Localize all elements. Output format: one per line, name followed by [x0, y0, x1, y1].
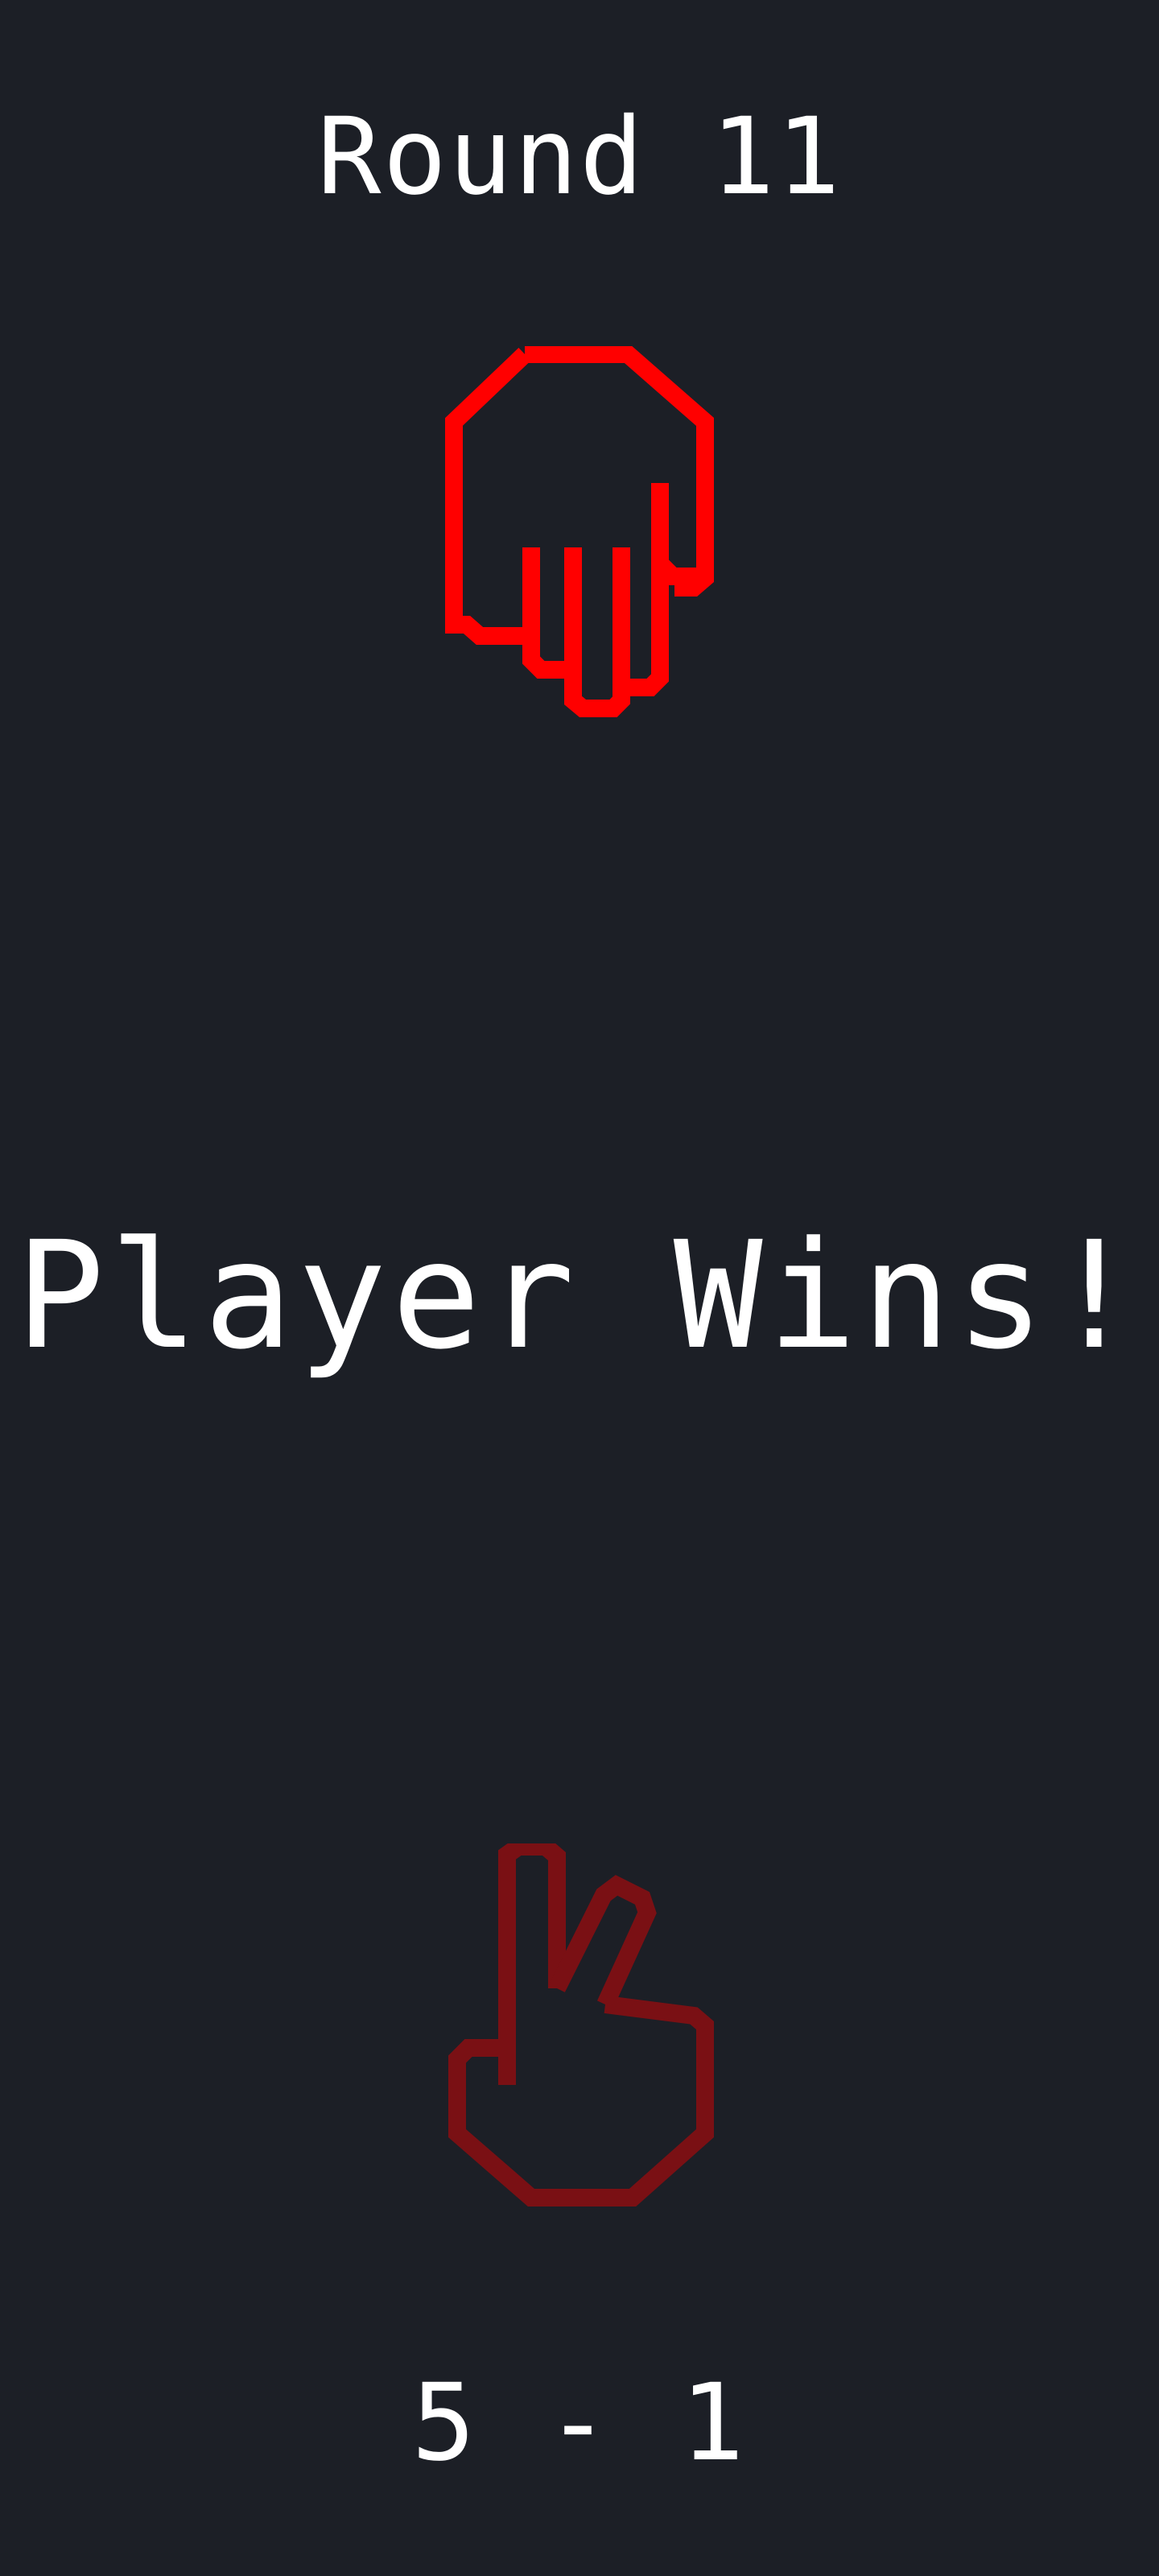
round-title: Round 11: [317, 95, 842, 219]
result-text: Player Wins!: [15, 1210, 1144, 1382]
scissors-hand-icon: [448, 1843, 714, 2207]
score-display: 5 - 1: [411, 2361, 748, 2485]
paper-hand-icon: [445, 346, 714, 717]
opponent-move: [0, 346, 1159, 733]
game-screen: Round 11 Player Wins! 5 - 1: [0, 0, 1159, 2576]
player-move: [0, 1843, 1159, 2230]
